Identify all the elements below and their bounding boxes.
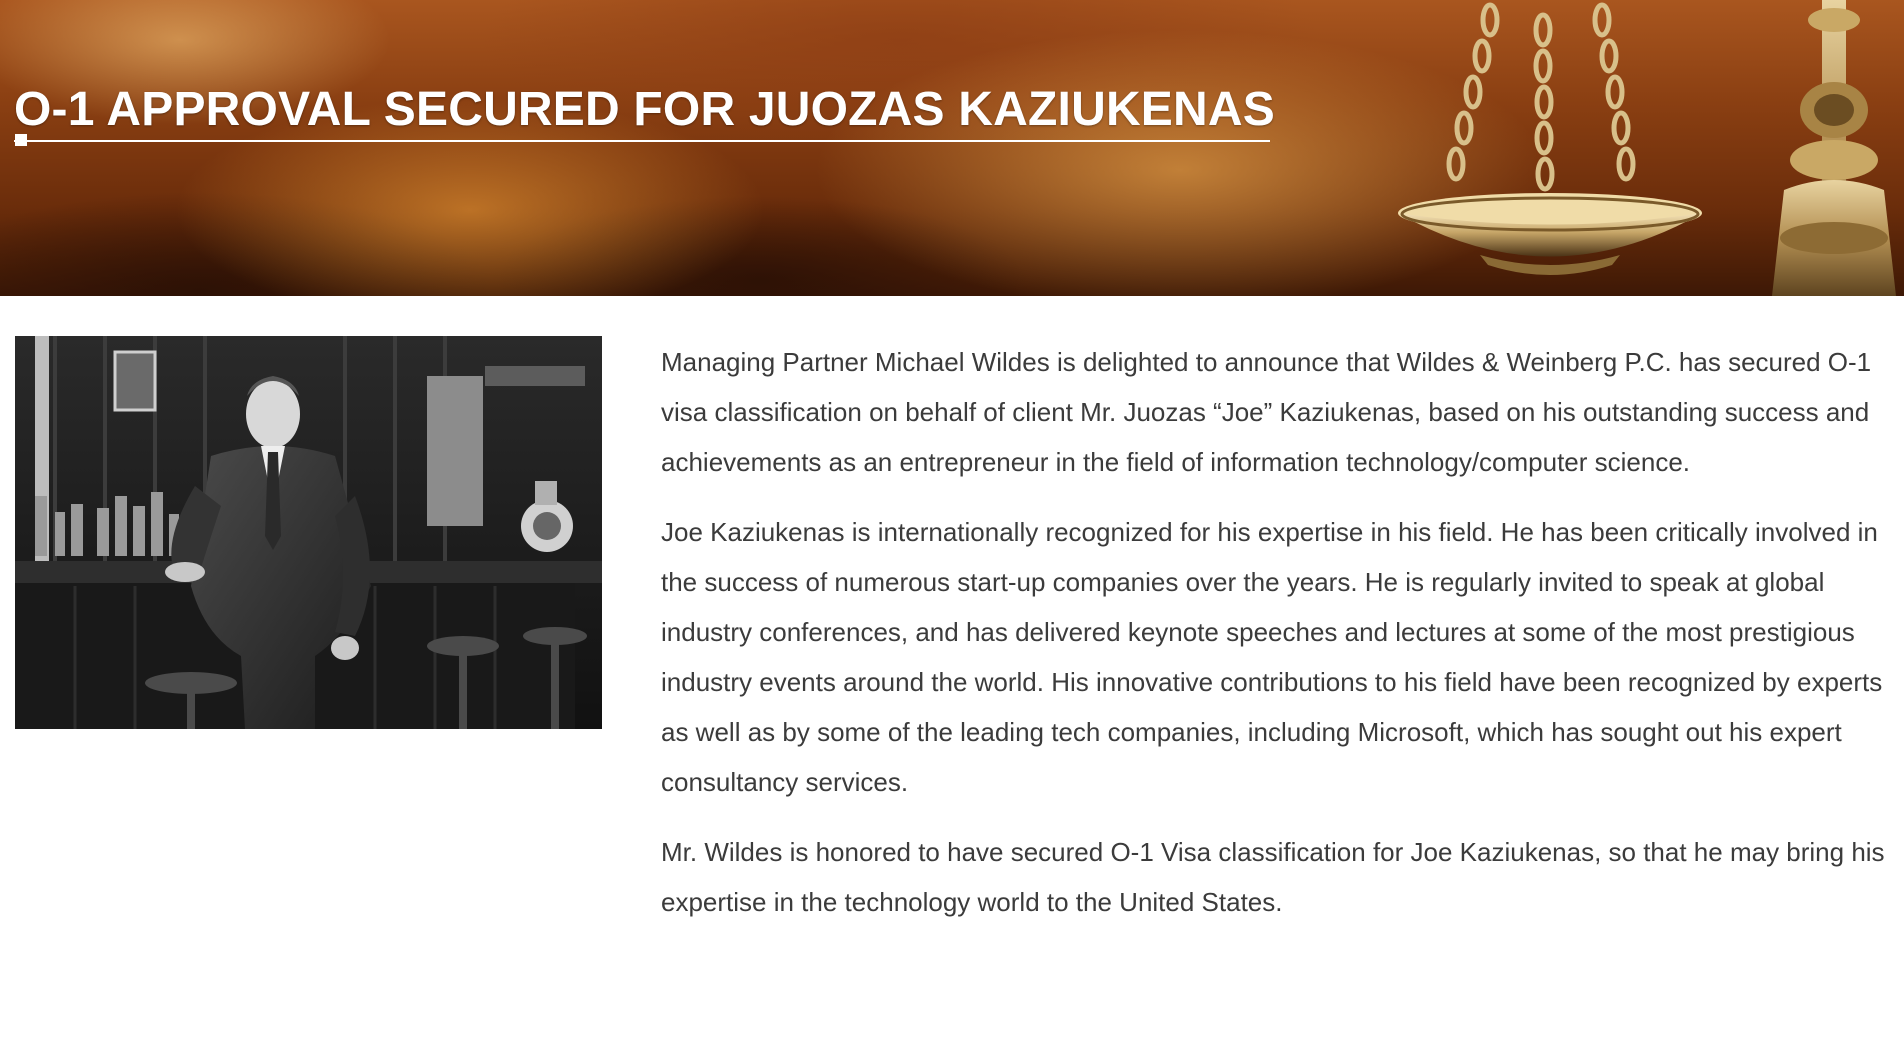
page-banner: O-1 APPROVAL SECURED FOR JUOZAS KAZIUKEN… (0, 0, 1904, 296)
title-underline (14, 140, 1270, 142)
client-portrait-photo (15, 336, 602, 729)
title-selection-handle[interactable] (15, 134, 27, 146)
scales-of-justice-icon (1398, 0, 1896, 296)
article-paragraph: Mr. Wildes is honored to have secured O-… (661, 837, 1885, 917)
portrait-photo (15, 336, 602, 729)
page-title: O-1 APPROVAL SECURED FOR JUOZAS KAZIUKEN… (14, 83, 1275, 136)
article-paragraph: Joe Kaziukenas is internationally recogn… (661, 517, 1883, 797)
article-paragraph: Managing Partner Michael Wildes is delig… (661, 347, 1872, 477)
article-body: Managing Partner Michael Wildes is delig… (661, 337, 1891, 947)
